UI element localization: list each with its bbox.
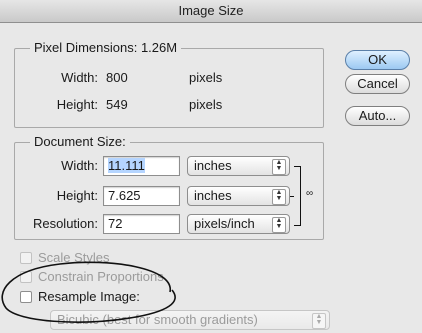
- scale-styles-label: Scale Styles: [38, 250, 110, 265]
- resolution-value: 72: [108, 216, 123, 231]
- doc-height-value: 7.625: [108, 188, 141, 203]
- constrain-proportions-checkbox[interactable]: [20, 271, 32, 283]
- resolution-unit-popup[interactable]: pixels/inch ▲ ▼: [187, 214, 290, 234]
- pixel-width-unit: pixels: [189, 70, 223, 85]
- ok-button[interactable]: OK: [345, 50, 410, 70]
- chain-link-icon: ∞: [306, 188, 314, 199]
- auto-button[interactable]: Auto...: [345, 106, 410, 126]
- resample-image-checkbox[interactable]: [20, 291, 32, 303]
- doc-width-label: Width:: [61, 158, 98, 173]
- window-title: Image Size: [0, 0, 422, 23]
- constrain-bracket-mid: [290, 196, 294, 197]
- resample-method-value: Bicubic (best for smooth gradients): [57, 312, 258, 327]
- resample-method-popup[interactable]: Bicubic (best for smooth gradients) ▲ ▼: [50, 310, 330, 330]
- pixel-dimensions-size: 1.26M: [140, 40, 178, 55]
- resolution-label: Resolution:: [32, 216, 98, 231]
- resolution-unit: pixels/inch: [194, 216, 255, 231]
- doc-height-unit: inches: [194, 188, 232, 203]
- scale-styles-checkbox[interactable]: [20, 252, 32, 264]
- constrain-bracket: [294, 166, 301, 226]
- doc-width-value: 11.111: [108, 158, 145, 173]
- document-size-legend: Document Size:: [30, 134, 130, 149]
- pixel-height-label: Height:: [56, 97, 98, 112]
- doc-height-label: Height:: [56, 188, 98, 203]
- doc-height-unit-popup[interactable]: inches ▲ ▼: [187, 186, 290, 206]
- resample-image-label: Resample Image:: [38, 289, 140, 304]
- cancel-button[interactable]: Cancel: [345, 74, 410, 94]
- up-down-arrows-icon: ▲ ▼: [272, 189, 286, 205]
- pixel-height-value: 549: [106, 97, 128, 112]
- up-down-arrows-icon: ▲ ▼: [312, 313, 326, 329]
- pixel-dimensions-legend: Pixel Dimensions: 1.26M: [30, 40, 182, 55]
- resolution-input[interactable]: 72: [103, 214, 180, 234]
- pixel-width-label: Width:: [61, 70, 98, 85]
- constrain-proportions-label: Constrain Proportions: [38, 269, 164, 284]
- up-down-arrows-icon: ▲ ▼: [272, 217, 286, 233]
- pixel-height-unit: pixels: [189, 97, 223, 112]
- doc-width-unit: inches: [194, 158, 232, 173]
- up-down-arrows-icon: ▲ ▼: [272, 159, 286, 175]
- doc-height-input[interactable]: 7.625: [103, 186, 180, 206]
- pixel-dimensions-group: [14, 48, 324, 128]
- pixel-width-value: 800: [106, 70, 128, 85]
- doc-width-input[interactable]: 11.111: [103, 156, 180, 176]
- pixel-dimensions-label: Pixel Dimensions:: [34, 40, 138, 55]
- doc-width-unit-popup[interactable]: inches ▲ ▼: [187, 156, 290, 176]
